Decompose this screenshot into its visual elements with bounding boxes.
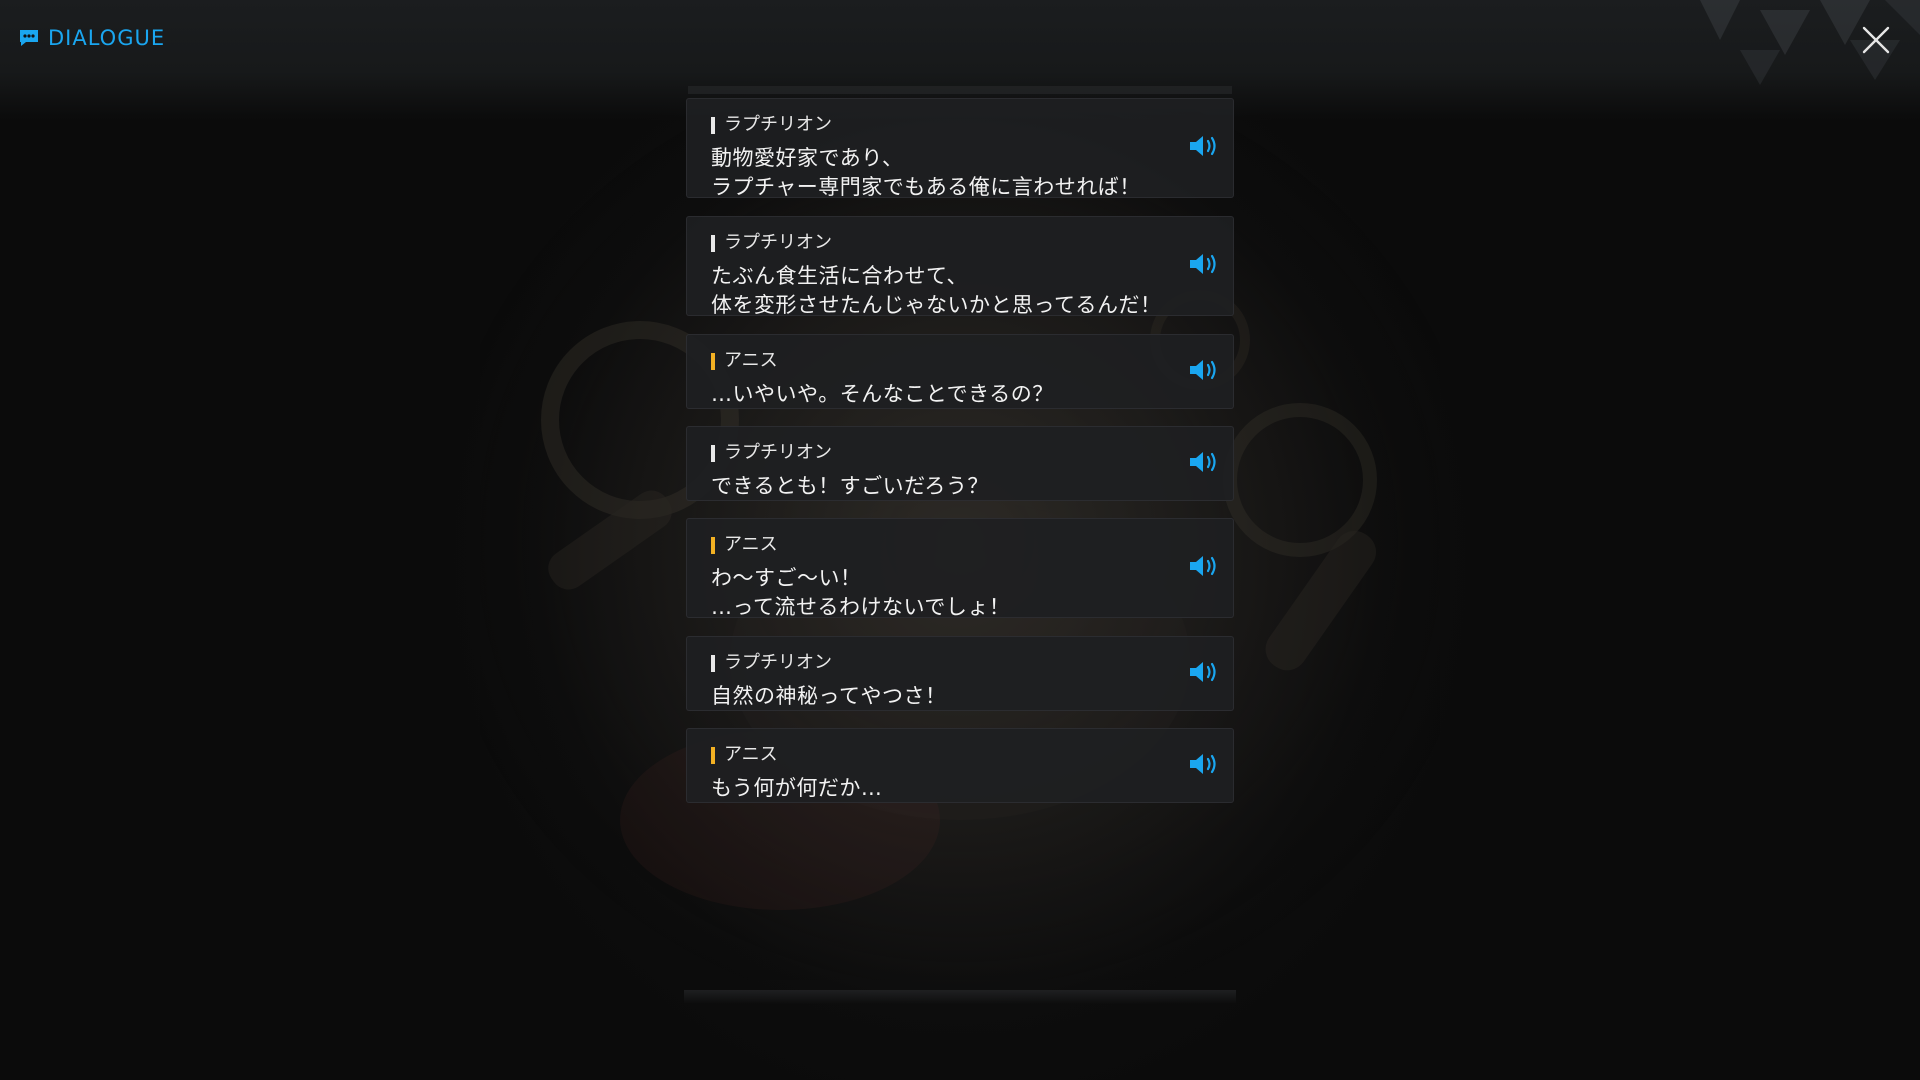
- play-voice-button[interactable]: [1187, 251, 1223, 281]
- speaker-label: ラプチリオン: [724, 114, 832, 135]
- dialogue-entry: アニス …いやいや。そんなことできるの？: [686, 334, 1234, 409]
- speaker-volume-icon: [1188, 250, 1222, 282]
- dialogue-line: 自然の神秘ってやつさ！: [711, 684, 947, 708]
- speaker-label: アニス: [724, 534, 778, 555]
- dialogue-title-label: DIALOGUE: [48, 26, 166, 50]
- speaker-name: ラプチリオン: [711, 232, 1163, 254]
- speaker-label: ラプチリオン: [724, 232, 832, 253]
- dialogue-line: できるとも！すごいだろう？: [711, 474, 989, 498]
- speaker-name: アニス: [711, 534, 1163, 556]
- speaker-label: ラプチリオン: [724, 652, 832, 673]
- dialogue-line: 体を変形させたんじゃないかと思ってるんだ！: [711, 293, 1162, 317]
- dialogue-line: たぶん食生活に合わせて、: [711, 264, 968, 288]
- speaker-name: ラプチリオン: [711, 652, 1163, 674]
- speaker-marker: [711, 444, 715, 462]
- speaker-name: ラプチリオン: [711, 442, 1163, 464]
- dialogue-entry: アニスもう何が何だか…: [686, 728, 1234, 803]
- play-voice-button[interactable]: [1187, 659, 1223, 689]
- speaker-marker: [711, 352, 715, 370]
- dialogue-entry: ラプチリオン自然の神秘ってやつさ！: [686, 636, 1234, 711]
- dialogue-line: もう何が何だか…: [711, 776, 883, 800]
- dialogue-line: …いやいや。そんなことできるの？: [711, 382, 1054, 406]
- close-icon: [1862, 26, 1890, 54]
- play-voice-button[interactable]: [1187, 357, 1223, 387]
- speaker-name: ラプチリオン: [711, 114, 1163, 136]
- dialogue-line: わ～すご～い！: [711, 566, 862, 590]
- speaker-marker: [711, 654, 715, 672]
- dialogue-line: ラプチャー専門家でもある俺に言わせれば！: [711, 175, 1141, 199]
- speaker-label: ラプチリオン: [724, 442, 832, 463]
- speaker-label: アニス: [724, 744, 778, 765]
- speaker-marker: [711, 536, 715, 554]
- speaker-volume-icon: [1188, 356, 1222, 388]
- chat-bubble-icon: [18, 27, 40, 49]
- speaker-name: アニス: [711, 350, 1163, 372]
- dialogue-log-screen: DIALOGUE ラプチリオン 動物愛好家であり、 ラプチャー専門家でもある俺に言わ…: [0, 0, 1920, 1080]
- play-voice-button[interactable]: [1187, 133, 1223, 163]
- dialogue-entry: アニスわ～すご～い！ …って流せるわけないでしょ！: [686, 518, 1234, 619]
- list-top-edge: [688, 86, 1232, 94]
- dialogue-line: …って流せるわけないでしょ！: [711, 595, 1011, 619]
- close-button[interactable]: [1860, 24, 1892, 56]
- speaker-volume-icon: [1188, 750, 1222, 782]
- dialogue-line: 動物愛好家であり、: [711, 146, 904, 170]
- dialogue-entry: ラプチリオン動物愛好家であり、ラプチャー専門家でもある俺に言わせれば！: [686, 98, 1234, 199]
- dialogue-list[interactable]: ラプチリオン 動物愛好家であり、 ラプチャー専門家でもある俺に言わせれば！ ラプチリ…: [686, 98, 1234, 820]
- speaker-name: アニス: [711, 744, 1163, 766]
- speaker-volume-icon: [1188, 132, 1222, 164]
- play-voice-button[interactable]: [1187, 751, 1223, 781]
- speaker-volume-icon: [1188, 448, 1222, 480]
- speaker-marker: [711, 116, 715, 134]
- dialogue-title: DIALOGUE: [18, 26, 165, 50]
- play-voice-button[interactable]: [1187, 553, 1223, 583]
- speaker-volume-icon: [1188, 658, 1222, 690]
- play-voice-button[interactable]: [1187, 449, 1223, 479]
- list-bottom-edge: [684, 990, 1236, 1004]
- speaker-volume-icon: [1188, 552, 1222, 584]
- speaker-marker: [711, 746, 715, 764]
- speaker-label: アニス: [724, 350, 778, 371]
- speaker-marker: [711, 234, 715, 252]
- dialogue-entry: ラプチリオンできるとも！すごいだろう？: [686, 426, 1234, 501]
- dialogue-entry: ラプチリオンたぶん食生活に合わせて、体を変形させたんじゃないかと思ってるんだ！: [686, 216, 1234, 317]
